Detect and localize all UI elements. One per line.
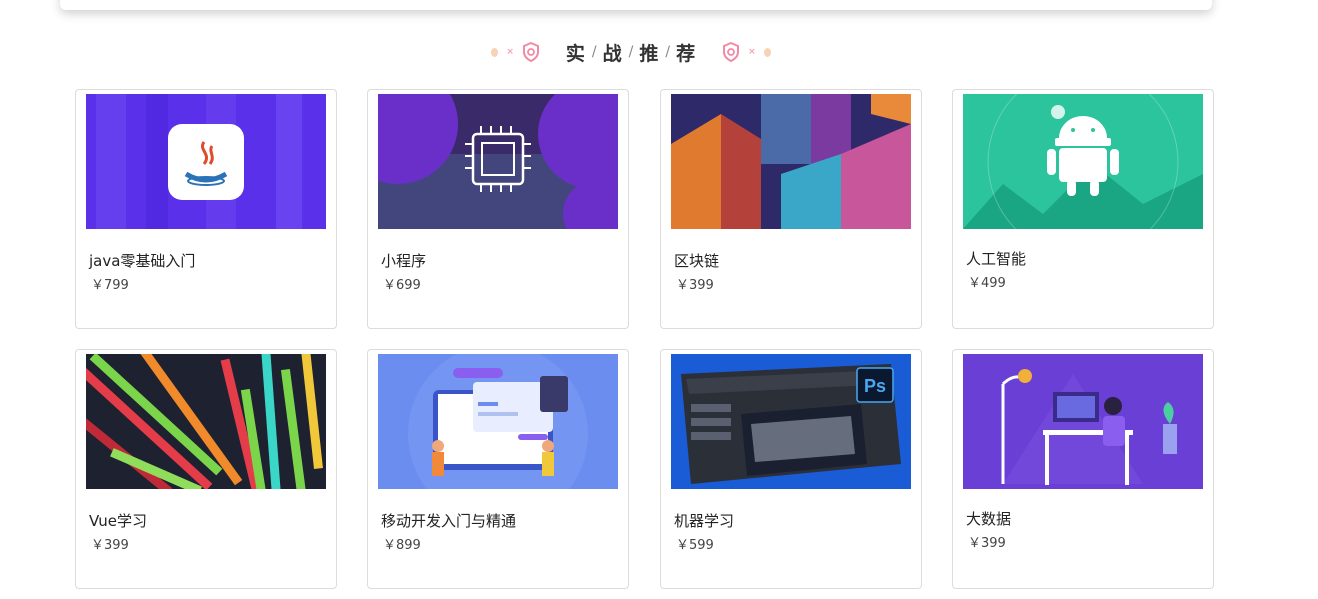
- title-decoration-left: ×: [491, 42, 540, 62]
- title-char: 推: [639, 42, 660, 65]
- course-price: ￥499: [968, 276, 1006, 291]
- course-price: ￥399: [968, 536, 1006, 551]
- course-thumbnail[interactable]: Ps: [671, 354, 911, 489]
- title-separator: /: [591, 44, 597, 60]
- shield-icon: [522, 42, 540, 62]
- course-price: ￥899: [383, 538, 421, 553]
- course-card-miniprogram[interactable]: 小程序 ￥699: [367, 89, 629, 329]
- course-name[interactable]: 机器学习: [674, 510, 734, 531]
- course-thumbnail[interactable]: [86, 354, 326, 489]
- svg-text:Ps: Ps: [864, 376, 886, 396]
- course-name[interactable]: 区块链: [674, 250, 719, 271]
- course-name[interactable]: java零基础入门: [89, 250, 195, 271]
- course-price: ￥399: [91, 538, 129, 553]
- course-name[interactable]: 大数据: [966, 508, 1011, 529]
- dot-icon: [763, 47, 771, 57]
- course-name[interactable]: Vue学习: [89, 510, 147, 531]
- title-char: 实: [565, 42, 586, 65]
- x-mark-icon: ×: [506, 47, 514, 57]
- course-card-blockchain[interactable]: 区块链 ￥399: [660, 89, 922, 329]
- title-separator: /: [628, 44, 634, 60]
- title-separator: /: [665, 44, 671, 60]
- course-card-vue[interactable]: Vue学习 ￥399: [75, 349, 337, 589]
- course-card-bigdata[interactable]: 大数据 ￥399: [952, 349, 1214, 589]
- course-price: ￥799: [91, 278, 129, 293]
- course-price: ￥599: [676, 538, 714, 553]
- dot-icon: [491, 47, 499, 57]
- course-thumbnail[interactable]: [963, 354, 1203, 489]
- course-name[interactable]: 小程序: [381, 250, 426, 271]
- course-thumbnail[interactable]: [378, 94, 618, 229]
- course-thumbnail[interactable]: [378, 354, 618, 489]
- section-heading: 实 / 战 / 推 / 荐: [566, 39, 696, 66]
- course-price: ￥399: [676, 278, 714, 293]
- course-name[interactable]: 人工智能: [966, 248, 1026, 269]
- course-card-ml[interactable]: Ps 机器学习 ￥599: [660, 349, 922, 589]
- course-price: ￥699: [383, 278, 421, 293]
- course-card-ai[interactable]: 人工智能 ￥499: [952, 89, 1214, 329]
- course-card-java[interactable]: java零基础入门 ￥799: [75, 89, 337, 329]
- title-char: 荐: [676, 42, 697, 65]
- header-bar-shadow: [60, 0, 1212, 10]
- course-thumbnail[interactable]: [86, 94, 326, 229]
- course-thumbnail[interactable]: [963, 94, 1203, 229]
- x-mark-icon: ×: [748, 47, 756, 57]
- course-card-mobile[interactable]: 移动开发入门与精通 ￥899: [367, 349, 629, 589]
- shield-icon: [722, 42, 740, 62]
- title-char: 战: [602, 42, 623, 65]
- course-thumbnail[interactable]: [671, 94, 911, 229]
- title-decoration-right: ×: [722, 42, 771, 62]
- section-title: × 实 / 战 / 推 / 荐 ×: [0, 36, 1262, 68]
- course-name[interactable]: 移动开发入门与精通: [381, 510, 516, 531]
